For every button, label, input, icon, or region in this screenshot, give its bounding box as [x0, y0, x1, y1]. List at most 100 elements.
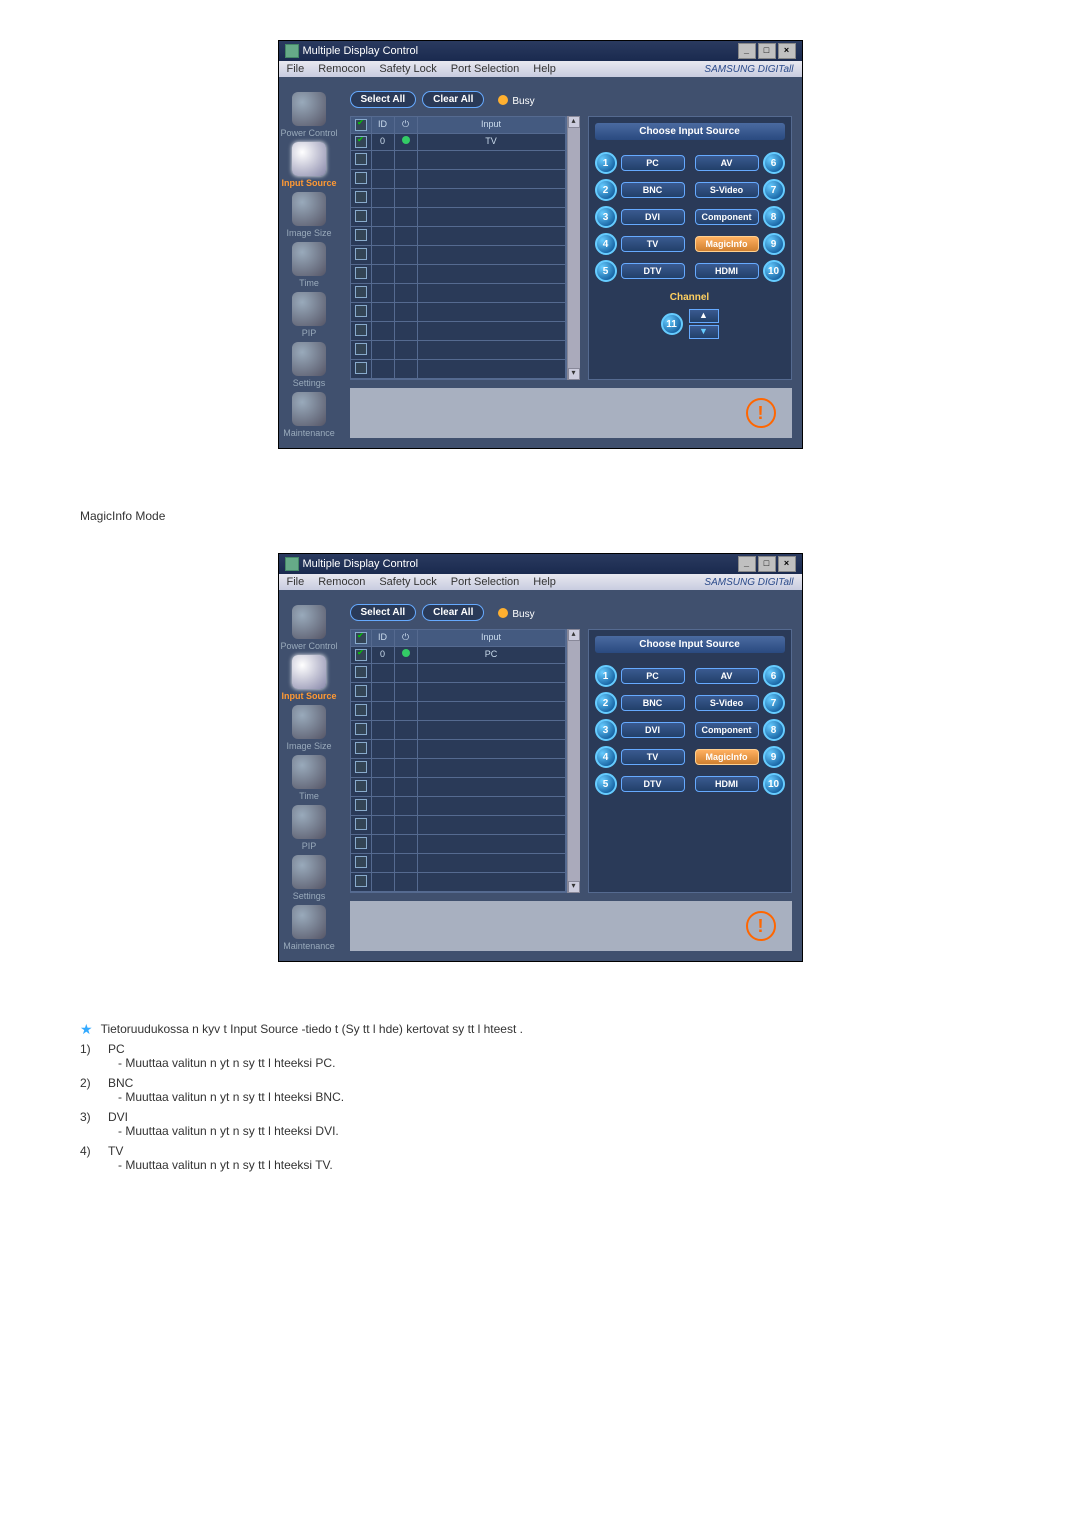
- row-checkbox[interactable]: [355, 229, 367, 241]
- table-row[interactable]: [351, 208, 566, 227]
- row-checkbox[interactable]: [355, 305, 367, 317]
- row-checkbox[interactable]: [355, 704, 367, 716]
- source-svideo-button[interactable]: S-Video: [695, 182, 759, 198]
- row-checkbox[interactable]: [355, 153, 367, 165]
- th-checkbox[interactable]: [351, 630, 372, 647]
- table-row[interactable]: [351, 265, 566, 284]
- table-row[interactable]: [351, 759, 566, 778]
- source-component-button[interactable]: Component: [695, 722, 759, 738]
- close-button[interactable]: ×: [778, 43, 796, 59]
- row-checkbox[interactable]: [355, 343, 367, 355]
- sidebar-item-maintenance[interactable]: Maintenance: [283, 905, 335, 951]
- source-hdmi-button[interactable]: HDMI: [695, 263, 759, 279]
- scroll-up-icon[interactable]: ▴: [568, 629, 580, 641]
- sidebar-item-pip[interactable]: PIP: [292, 805, 326, 851]
- sidebar-item-time[interactable]: Time: [292, 755, 326, 801]
- select-all-button[interactable]: Select All: [350, 91, 417, 108]
- source-magicinfo-button[interactable]: MagicInfo: [695, 236, 759, 252]
- minimize-button[interactable]: _: [738, 556, 756, 572]
- menu-remocon[interactable]: Remocon: [318, 63, 365, 75]
- source-bnc-button[interactable]: BNC: [621, 695, 685, 711]
- table-scrollbar[interactable]: ▴ ▾: [567, 116, 580, 380]
- maximize-button[interactable]: □: [758, 43, 776, 59]
- source-pc-button[interactable]: PC: [621, 668, 685, 684]
- row-checkbox[interactable]: [355, 856, 367, 868]
- table-row[interactable]: [351, 227, 566, 246]
- row-checkbox[interactable]: [355, 837, 367, 849]
- row-checkbox[interactable]: [355, 723, 367, 735]
- table-row[interactable]: [351, 797, 566, 816]
- source-tv-button[interactable]: TV: [621, 236, 685, 252]
- source-dvi-button[interactable]: DVI: [621, 722, 685, 738]
- table-row[interactable]: [351, 322, 566, 341]
- sidebar-item-settings[interactable]: Settings: [292, 855, 326, 901]
- clear-all-button[interactable]: Clear All: [422, 91, 484, 108]
- table-row[interactable]: [351, 873, 566, 892]
- row-checkbox[interactable]: [355, 780, 367, 792]
- sidebar-item-image-size[interactable]: Image Size: [286, 192, 331, 238]
- select-all-button[interactable]: Select All: [350, 604, 417, 621]
- close-button[interactable]: ×: [778, 556, 796, 572]
- table-row[interactable]: [351, 246, 566, 265]
- menu-safety-lock[interactable]: Safety Lock: [379, 576, 436, 588]
- menu-port-selection[interactable]: Port Selection: [451, 63, 519, 75]
- table-row[interactable]: [351, 664, 566, 683]
- row-checkbox[interactable]: [355, 210, 367, 222]
- menu-help[interactable]: Help: [533, 63, 556, 75]
- scroll-down-icon[interactable]: ▾: [568, 881, 580, 893]
- table-row[interactable]: [351, 721, 566, 740]
- table-row[interactable]: [351, 341, 566, 360]
- source-pc-button[interactable]: PC: [621, 155, 685, 171]
- source-dtv-button[interactable]: DTV: [621, 263, 685, 279]
- table-row[interactable]: 0 TV: [351, 134, 566, 151]
- row-checkbox[interactable]: [355, 761, 367, 773]
- row-checkbox[interactable]: [355, 799, 367, 811]
- table-row[interactable]: [351, 303, 566, 322]
- row-checkbox[interactable]: [355, 649, 367, 661]
- menu-safety-lock[interactable]: Safety Lock: [379, 63, 436, 75]
- row-checkbox[interactable]: [355, 362, 367, 374]
- source-magicinfo-button[interactable]: MagicInfo: [695, 749, 759, 765]
- row-checkbox[interactable]: [355, 875, 367, 887]
- source-hdmi-button[interactable]: HDMI: [695, 776, 759, 792]
- row-checkbox[interactable]: [355, 685, 367, 697]
- row-checkbox[interactable]: [355, 248, 367, 260]
- table-row[interactable]: [351, 702, 566, 721]
- table-row[interactable]: [351, 816, 566, 835]
- menu-remocon[interactable]: Remocon: [318, 576, 365, 588]
- sidebar-item-time[interactable]: Time: [292, 242, 326, 288]
- table-row[interactable]: [351, 189, 566, 208]
- table-row[interactable]: [351, 284, 566, 303]
- source-dtv-button[interactable]: DTV: [621, 776, 685, 792]
- table-row[interactable]: [351, 170, 566, 189]
- table-row[interactable]: [351, 683, 566, 702]
- menu-help[interactable]: Help: [533, 576, 556, 588]
- channel-down-button[interactable]: ▼: [689, 325, 719, 339]
- menu-file[interactable]: File: [287, 576, 305, 588]
- th-checkbox[interactable]: [351, 117, 372, 134]
- table-row[interactable]: [351, 740, 566, 759]
- row-checkbox[interactable]: [355, 742, 367, 754]
- sidebar-item-power-control[interactable]: Power Control: [280, 605, 337, 651]
- row-checkbox[interactable]: [355, 818, 367, 830]
- table-row[interactable]: [351, 854, 566, 873]
- sidebar-item-power-control[interactable]: Power Control: [280, 92, 337, 138]
- table-row[interactable]: [351, 778, 566, 797]
- menu-file[interactable]: File: [287, 63, 305, 75]
- row-checkbox[interactable]: [355, 666, 367, 678]
- sidebar-item-settings[interactable]: Settings: [292, 342, 326, 388]
- table-row[interactable]: 0 PC: [351, 647, 566, 664]
- table-row[interactable]: [351, 360, 566, 379]
- minimize-button[interactable]: _: [738, 43, 756, 59]
- row-checkbox[interactable]: [355, 267, 367, 279]
- row-checkbox[interactable]: [355, 191, 367, 203]
- row-checkbox[interactable]: [355, 286, 367, 298]
- source-bnc-button[interactable]: BNC: [621, 182, 685, 198]
- sidebar-item-pip[interactable]: PIP: [292, 292, 326, 338]
- maximize-button[interactable]: □: [758, 556, 776, 572]
- row-checkbox[interactable]: [355, 172, 367, 184]
- table-row[interactable]: [351, 151, 566, 170]
- source-tv-button[interactable]: TV: [621, 749, 685, 765]
- source-component-button[interactable]: Component: [695, 209, 759, 225]
- row-checkbox[interactable]: [355, 136, 367, 148]
